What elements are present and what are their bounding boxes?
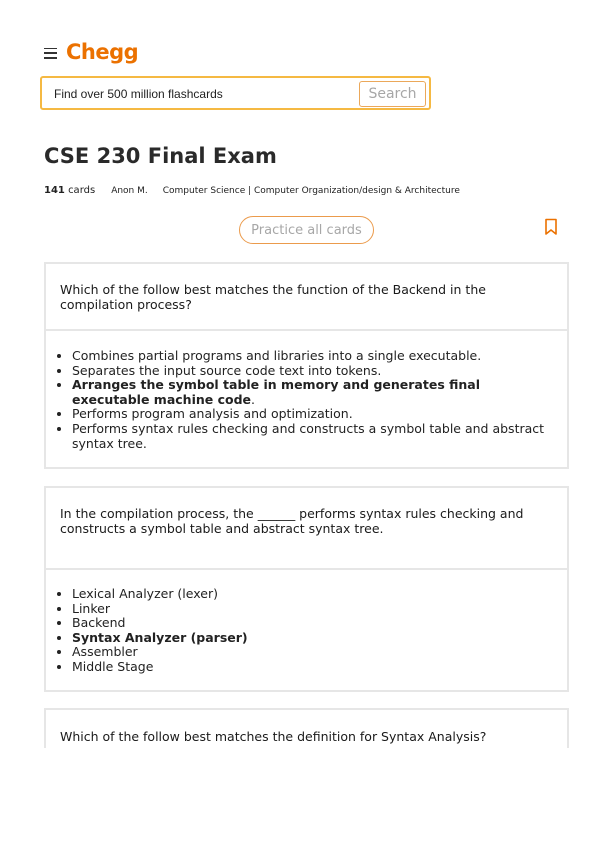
practice-all-cards-button[interactable]: Practice all cards — [239, 216, 374, 244]
card-answers: Lexical Analyzer (lexer) Linker Backend … — [46, 570, 567, 675]
card-count-label: cards — [68, 185, 96, 196]
flashcard[interactable]: Which of the follow best matches the fun… — [44, 262, 569, 469]
answer-option: Assembler — [72, 645, 553, 660]
search-bar: Find over 500 million flashcards Search — [40, 76, 431, 110]
answer-option: Linker — [72, 601, 553, 617]
answer-option: Performs syntax rules checking and const… — [72, 421, 553, 451]
answer-option: Lexical Analyzer (lexer) — [72, 586, 553, 602]
answer-option: Middle Stage — [72, 659, 553, 675]
flashcard[interactable]: In the compilation process, the ______ p… — [44, 486, 569, 692]
card-count: 141 — [44, 185, 65, 196]
card-question: Which of the follow best matches the fun… — [46, 264, 567, 331]
search-button[interactable]: Search — [359, 81, 426, 107]
flashcard[interactable]: Which of the follow best matches the def… — [44, 708, 569, 748]
card-question: Which of the follow best matches the def… — [60, 729, 487, 744]
deck-title: CSE 230 Final Exam — [44, 144, 277, 168]
card-answers: Combines partial programs and libraries … — [46, 331, 567, 451]
answer-option: Combines partial programs and libraries … — [72, 348, 553, 364]
site-header: Chegg — [44, 40, 139, 64]
deck-author[interactable]: Anon M. — [111, 186, 148, 196]
answer-option-correct: Syntax Analyzer (parser) — [72, 630, 553, 646]
answer-option: Backend — [72, 616, 553, 631]
hamburger-menu-icon[interactable] — [44, 47, 57, 59]
chegg-logo[interactable]: Chegg — [66, 40, 139, 64]
answer-option: Separates the input source code text int… — [72, 363, 553, 379]
deck-category[interactable]: Computer Science | Computer Organization… — [163, 186, 460, 196]
answer-option: Performs program analysis and optimizati… — [72, 407, 553, 422]
answer-option-correct: Arranges the symbol table in memory and … — [72, 377, 553, 407]
card-question: In the compilation process, the ______ p… — [46, 488, 567, 570]
bookmark-icon[interactable] — [544, 218, 558, 236]
search-input[interactable]: Find over 500 million flashcards — [54, 87, 223, 101]
deck-meta: 141 cards Anon M. Computer Science | Compu… — [44, 185, 460, 196]
